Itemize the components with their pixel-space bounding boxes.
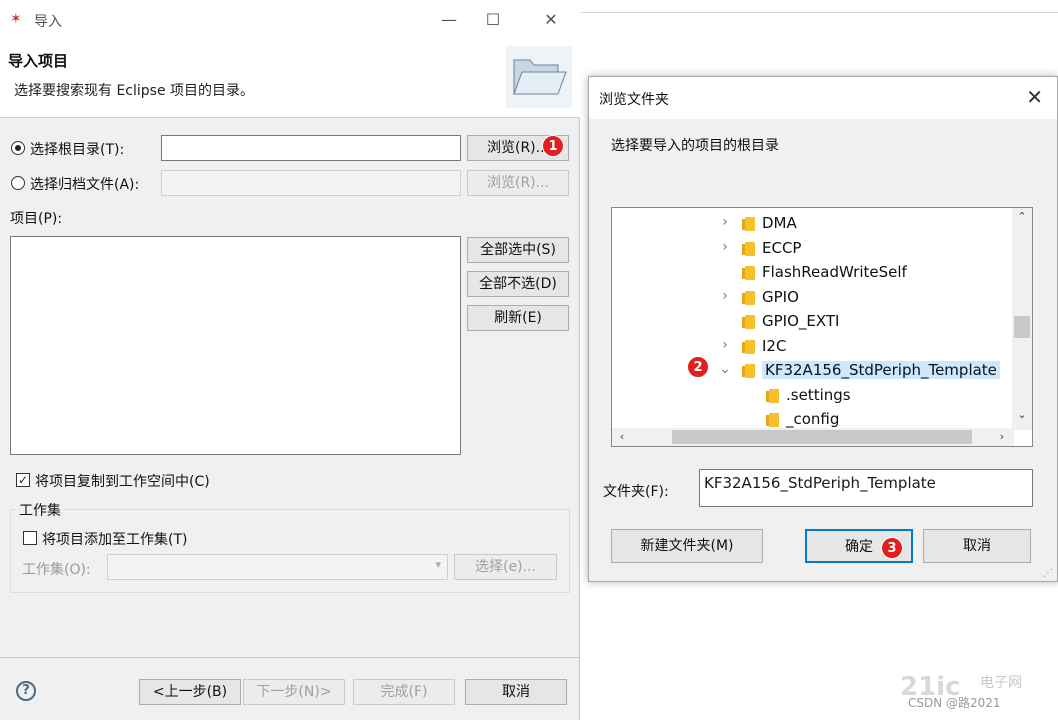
select-all-button[interactable]: 全部选中(S) <box>467 237 569 263</box>
tree-item[interactable]: ⌄ KF32A156_StdPeriph_Template <box>612 359 1012 383</box>
tree-item-label: GPIO_EXTI <box>762 312 840 330</box>
folder-icon <box>742 241 755 256</box>
chevron-right-icon[interactable]: › <box>718 239 732 255</box>
scroll-right-icon[interactable]: › <box>992 430 1012 443</box>
help-icon[interactable]: ? <box>16 681 36 701</box>
scroll-down-icon[interactable]: ⌄ <box>1012 408 1032 421</box>
tree-item-label: DMA <box>762 214 797 232</box>
step-badge-2: 2 <box>687 356 709 378</box>
cancel-button[interactable]: 取消 <box>465 679 567 705</box>
tree-item[interactable]: › GPIO <box>612 286 1012 310</box>
scroll-up-icon[interactable]: ⌃ <box>1012 210 1032 223</box>
vertical-scrollbar[interactable]: ⌃ ⌄ <box>1012 208 1032 430</box>
refresh-button[interactable]: 刷新(E) <box>467 305 569 331</box>
tree-item-label: I2C <box>762 336 787 355</box>
folder-icon <box>742 315 755 329</box>
resize-grip-icon[interactable]: ⋰ <box>1043 568 1053 579</box>
next-button[interactable]: 下一步(N)> <box>243 679 345 705</box>
maximize-icon[interactable]: ☐ <box>480 8 506 32</box>
folder-icon <box>742 266 755 280</box>
folder-icon <box>742 217 755 231</box>
ws-select[interactable]: ▾ <box>107 554 448 580</box>
tree-item-label: FlashReadWriteSelf <box>762 263 907 281</box>
minimize-icon[interactable]: — <box>436 8 462 32</box>
folder-icon <box>742 290 755 305</box>
import-title: 导入 <box>34 14 62 30</box>
back-button[interactable]: <上一步(B) <box>139 679 241 705</box>
tree-item-label: GPIO <box>762 287 799 306</box>
tree-item[interactable]: › DMA <box>612 212 1012 236</box>
folder-tree[interactable]: › DMA › ECCP FlashReadWriteSelf › GPIO GPIO_EXT… <box>611 207 1033 447</box>
new-folder-button[interactable]: 新建文件夹(M) <box>611 529 763 563</box>
tree-item-label: _config <box>786 410 840 428</box>
add-to-ws-checkbox[interactable] <box>23 531 37 545</box>
root-dir-radio[interactable] <box>11 141 25 155</box>
working-set-group-label: 工作集 <box>16 500 64 520</box>
archive-input[interactable] <box>161 170 461 196</box>
tree-item-label: .settings <box>786 385 851 404</box>
folder-icon <box>766 388 779 403</box>
tree-item[interactable]: › I2C <box>612 335 1012 359</box>
hscroll-thumb[interactable] <box>672 430 972 444</box>
tree-item[interactable]: GPIO_EXTI <box>612 310 1012 334</box>
root-dir-label: 选择根目录(T): <box>30 142 125 158</box>
page-title: 导入项目 <box>8 52 69 70</box>
tree-item-label: KF32A156_StdPeriph_Template <box>762 361 1000 379</box>
folder-icon <box>766 413 779 427</box>
copy-checkbox[interactable]: ✓ <box>16 473 30 487</box>
deselect-all-button[interactable]: 全部不选(D) <box>467 271 569 297</box>
browse-title: 浏览文件夹 <box>599 92 669 108</box>
import-header: 导入项目 选择要搜索现有 Eclipse 项目的目录。 <box>0 40 580 118</box>
chevron-right-icon[interactable]: › <box>718 337 732 353</box>
folder-label: 文件夹(F): <box>603 484 669 500</box>
browse-cancel-button[interactable]: 取消 <box>923 529 1031 563</box>
chevron-down-icon[interactable]: ⌄ <box>718 361 732 377</box>
ws-label: 工作集(O): <box>22 562 91 578</box>
scroll-left-icon[interactable]: ‹ <box>612 430 632 443</box>
page-description: 选择要搜索现有 Eclipse 项目的目录。 <box>14 83 255 99</box>
archive-label: 选择归档文件(A): <box>30 177 140 193</box>
chevron-right-icon[interactable]: › <box>718 214 732 230</box>
watermark-sub: 电子网 <box>980 675 1022 691</box>
folder-value: KF32A156_StdPeriph_Template <box>704 474 936 492</box>
step-badge-1: 1 <box>542 135 564 157</box>
browse-archive-button[interactable]: 浏览(R)... <box>467 170 569 196</box>
import-dialog: ✶ 导入 — ☐ ✕ 导入项目 选择要搜索现有 Eclipse 项目的目录。 选… <box>0 0 580 720</box>
eclipse-icon: ✶ <box>10 11 22 27</box>
working-set-group <box>10 509 570 593</box>
folder-open-icon <box>506 46 572 108</box>
bottom-divider <box>0 657 580 658</box>
tree-item[interactable]: › ECCP <box>612 237 1012 261</box>
chevron-down-icon: ▾ <box>435 558 441 571</box>
tree-item[interactable]: .settings <box>612 384 1012 408</box>
browse-prompt: 选择要导入的项目的根目录 <box>611 138 779 154</box>
add-to-ws-label: 将项目添加至工作集(T) <box>42 532 188 548</box>
tree-item[interactable]: FlashReadWriteSelf <box>612 261 1012 285</box>
root-dir-input[interactable] <box>161 135 461 161</box>
folder-icon <box>742 339 755 354</box>
select-ws-button[interactable]: 选择(e)... <box>454 554 557 580</box>
copy-label: 将项目复制到工作空间中(C) <box>35 474 210 490</box>
close-icon[interactable]: ✕ <box>1026 85 1043 109</box>
finish-button[interactable]: 完成(F) <box>353 679 455 705</box>
import-titlebar: ✶ 导入 — ☐ ✕ <box>0 0 580 40</box>
projects-list[interactable] <box>10 236 461 455</box>
folder-icon <box>742 364 755 378</box>
tree-item-label: ECCP <box>762 238 802 257</box>
chevron-right-icon[interactable]: › <box>718 288 732 304</box>
browse-folder-dialog: 浏览文件夹 ✕ 选择要导入的项目的根目录 › DMA › ECCP FlashReadW… <box>588 76 1058 582</box>
watermark-credit: CSDN @路2021 <box>908 696 1001 710</box>
scroll-thumb[interactable] <box>1014 316 1030 338</box>
close-icon[interactable]: ✕ <box>538 8 564 32</box>
projects-label: 项目(P): <box>10 211 63 227</box>
archive-radio[interactable] <box>11 176 25 190</box>
browse-titlebar: 浏览文件夹 ✕ <box>589 77 1057 119</box>
horizontal-scrollbar[interactable]: ‹ › <box>612 428 1014 446</box>
step-badge-3: 3 <box>881 537 903 559</box>
folder-input[interactable]: KF32A156_StdPeriph_Template <box>699 469 1033 507</box>
